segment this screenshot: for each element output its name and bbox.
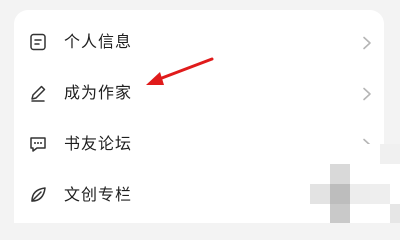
menu-item-label: 成为作家 (64, 83, 133, 102)
chevron-right-icon (363, 36, 371, 50)
leaf-icon (31, 187, 46, 202)
menu-item-label: 个人信息 (64, 32, 133, 51)
annotation-arrow-icon (146, 57, 214, 85)
chevron-right-icon (363, 87, 371, 101)
pen-icon (31, 85, 46, 102)
menu-item-label: 书友论坛 (64, 134, 133, 153)
menu-item-label: 文创专栏 (64, 185, 133, 204)
chat-icon (30, 137, 46, 152)
document-icon (30, 33, 46, 51)
mosaic-watermark (230, 144, 400, 223)
